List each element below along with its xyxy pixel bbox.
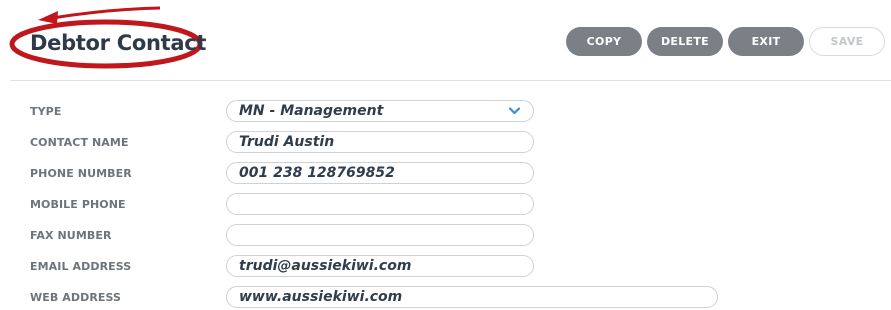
email-address-row: EMAIL ADDRESS trudi@aussiekiwi.com [0,255,891,279]
web-address-label: WEB ADDRESS [30,291,122,304]
web-address-field[interactable]: www.aussiekiwi.com [226,286,718,308]
annotation-arrow-shaft [51,6,161,20]
phone-number-row: PHONE NUMBER 001 238 128769852 [0,162,891,186]
copy-button[interactable]: COPY [566,27,642,56]
mobile-phone-field[interactable] [226,193,534,215]
mobile-phone-row: MOBILE PHONE [0,193,891,217]
contact-name-field[interactable]: Trudi Austin [226,131,534,153]
contact-name-label: CONTACT NAME [30,136,129,149]
fax-number-label: FAX NUMBER [30,229,112,242]
fax-number-row: FAX NUMBER [0,224,891,248]
page-header: Debtor Contact COPY DELETE EXIT SAVE [0,0,891,80]
exit-button[interactable]: EXIT [728,27,804,56]
delete-button[interactable]: DELETE [647,27,723,56]
type-label: TYPE [30,105,62,118]
page-title: Debtor Contact [30,31,207,55]
type-select[interactable]: MN - Management [226,100,534,122]
fax-number-field[interactable] [226,224,534,246]
type-selected-value: MN - Management [239,103,384,119]
header-divider [10,80,891,81]
phone-number-field[interactable]: 001 238 128769852 [226,162,534,184]
email-address-label: EMAIL ADDRESS [30,260,132,273]
chevron-down-icon [509,105,521,117]
contact-name-row: CONTACT NAME Trudi Austin [0,131,891,155]
email-address-field[interactable]: trudi@aussiekiwi.com [226,255,534,277]
mobile-phone-label: MOBILE PHONE [30,198,126,211]
save-button[interactable]: SAVE [809,27,885,56]
phone-number-label: PHONE NUMBER [30,167,132,180]
web-address-row: WEB ADDRESS www.aussiekiwi.com [0,286,891,310]
type-row: TYPE MN - Management [0,100,891,124]
red-arrow-annotation-icon [38,11,58,24]
